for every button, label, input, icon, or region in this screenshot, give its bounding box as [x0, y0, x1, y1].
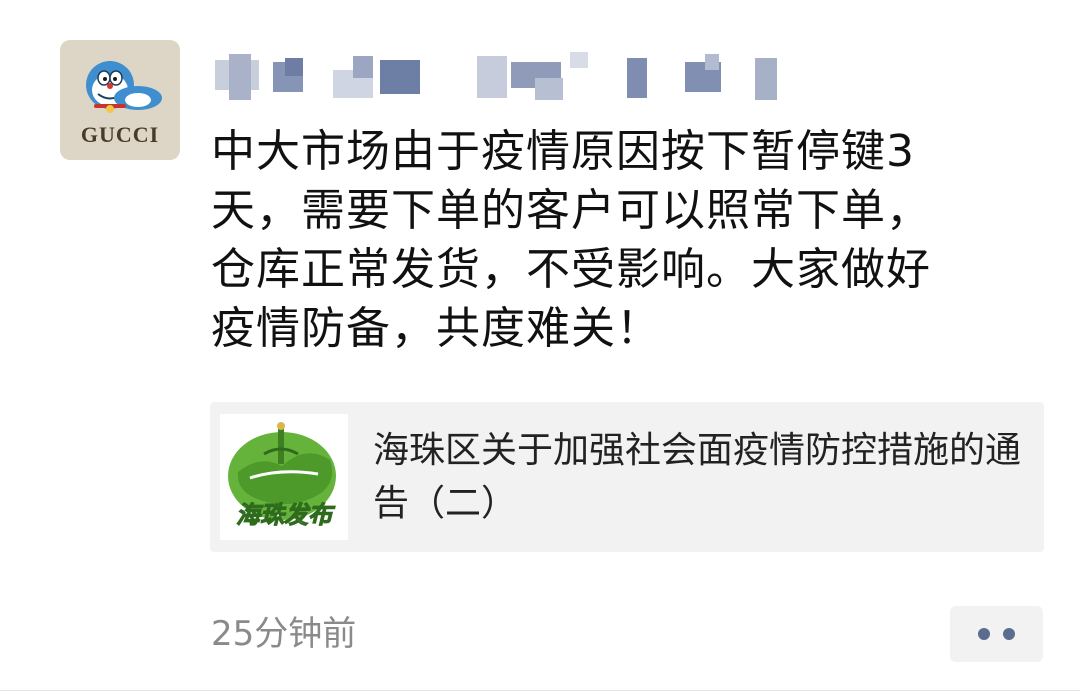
article-title: 海珠区关于加强社会面疫情防控措施的通告（二）: [373, 430, 1022, 524]
moments-post: GUCCI 中大市场由于疫情原因按下暂停键3 天，需要下单的客户可以照常下单， …: [0, 0, 1080, 694]
username-blurred[interactable]: [215, 52, 785, 102]
article-thumbnail: 海珠发布: [220, 414, 348, 540]
divider: [0, 690, 1080, 691]
post-text: 中大市场由于疫情原因按下暂停键3 天，需要下单的客户可以照常下单， 仓库正常发货…: [211, 126, 931, 354]
avatar[interactable]: GUCCI: [60, 40, 180, 160]
shared-article-card[interactable]: 海珠发布 海珠区关于加强社会面疫情防控措施的通告（二）: [210, 402, 1044, 552]
avatar-brand-label: GUCCI: [80, 122, 160, 147]
more-actions-button[interactable]: [950, 606, 1043, 662]
post-timestamp: 25分钟前: [211, 614, 357, 654]
thumbnail-caption: 海珠发布: [236, 501, 333, 530]
